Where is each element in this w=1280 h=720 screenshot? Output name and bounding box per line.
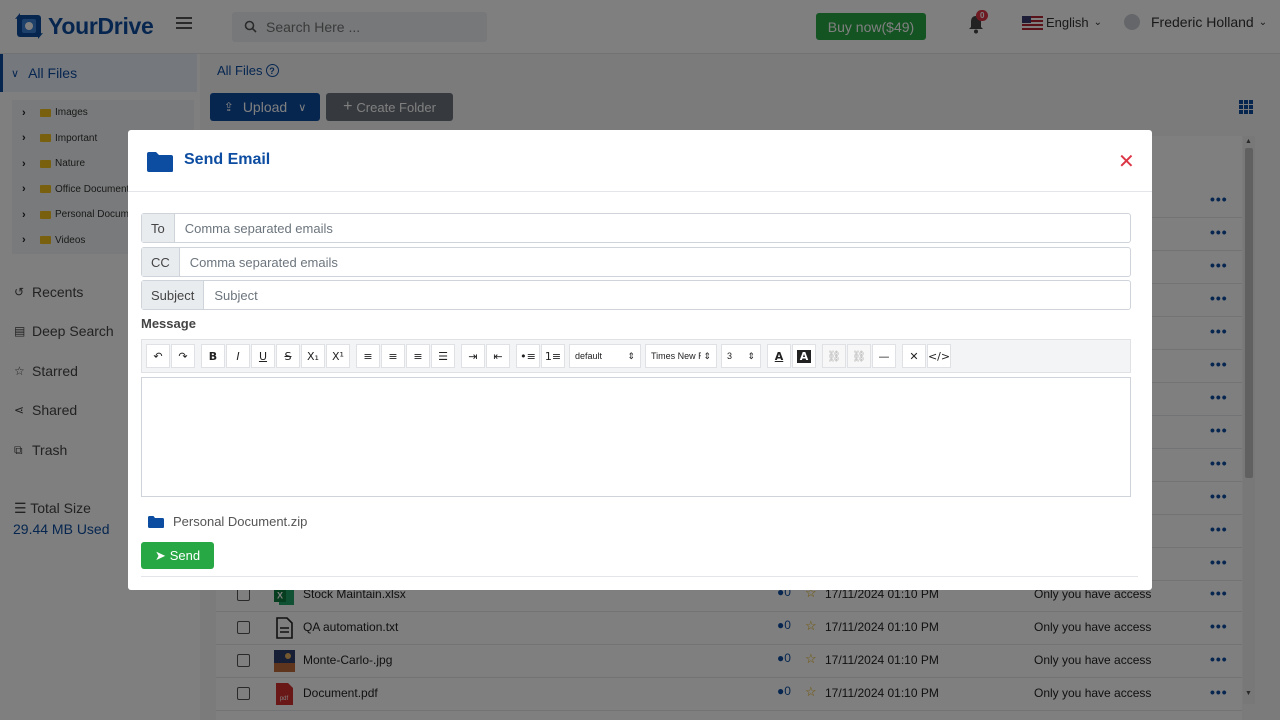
modal-header: Send Email ✕ (128, 130, 1152, 192)
font-color-icon[interactable]: A (767, 344, 791, 368)
subject-label: Subject (142, 281, 205, 309)
message-label: Message (141, 316, 196, 331)
subject-input[interactable] (204, 281, 1130, 309)
updown-icon: ⇕ (747, 350, 755, 361)
align-right-icon[interactable]: ≡ (406, 344, 430, 368)
superscript-icon[interactable]: X¹ (326, 344, 350, 368)
bullet-list-icon[interactable]: •≡ (516, 344, 540, 368)
clear-format-icon[interactable]: ✕ (902, 344, 926, 368)
send-label: Send (169, 548, 201, 563)
outdent-icon[interactable]: ⇤ (486, 344, 510, 368)
align-left-icon[interactable]: ≡ (356, 344, 380, 368)
horizontal-rule-icon[interactable]: — (872, 344, 896, 368)
to-input[interactable] (174, 214, 1130, 242)
strikethrough-icon[interactable]: S (276, 344, 300, 368)
close-icon[interactable]: ✕ (1118, 152, 1135, 172)
paper-plane-icon: ➤ (154, 547, 166, 563)
highlight-color-icon[interactable]: A (792, 344, 816, 368)
italic-icon[interactable]: I (226, 344, 250, 368)
to-label: To (142, 214, 175, 242)
updown-icon: ⇕ (627, 350, 635, 361)
indent-icon[interactable]: ⇥ (461, 344, 485, 368)
size-select[interactable]: 3 ⇕ (721, 344, 761, 368)
subscript-icon[interactable]: X₁ (301, 344, 325, 368)
underline-icon[interactable]: U (251, 344, 275, 368)
folder-icon (148, 515, 164, 528)
cc-label: CC (142, 248, 180, 276)
align-center-icon[interactable]: ≡ (381, 344, 405, 368)
attachment: Personal Document.zip (148, 514, 307, 529)
cc-input[interactable] (179, 248, 1130, 276)
modal-title: Send Email (184, 151, 271, 168)
subject-field: Subject (141, 280, 1131, 310)
link-icon[interactable]: ⛓ (822, 344, 846, 368)
modal-divider (141, 576, 1138, 577)
send-email-modal: Send Email ✕ To CC Subject Message ↶ ↷ B… (128, 130, 1152, 590)
to-field: To (141, 213, 1131, 243)
cc-field: CC (141, 247, 1131, 277)
send-button[interactable]: ➤ Send (141, 542, 214, 569)
attachment-name: Personal Document.zip (173, 514, 308, 529)
message-editor[interactable] (141, 377, 1131, 497)
code-view-icon[interactable]: </> (927, 344, 951, 368)
updown-icon: ⇕ (703, 350, 711, 361)
unlink-icon[interactable]: ⛓ (847, 344, 871, 368)
folder-icon (147, 152, 173, 172)
bold-icon[interactable]: B (201, 344, 225, 368)
justify-icon[interactable]: ☰ (431, 344, 455, 368)
numbered-list-icon[interactable]: 1≡ (541, 344, 565, 368)
style-select[interactable]: default ⇕ (569, 344, 641, 368)
font-select[interactable]: Times New Roman⇕ (645, 344, 717, 368)
redo-icon[interactable]: ↷ (171, 344, 195, 368)
undo-icon[interactable]: ↶ (146, 344, 170, 368)
editor-toolbar: ↶ ↷ B I U S X₁ X¹ ≡ ≡ ≡ ☰ ⇥ ⇤ •≡ 1≡ defa… (141, 339, 1131, 373)
